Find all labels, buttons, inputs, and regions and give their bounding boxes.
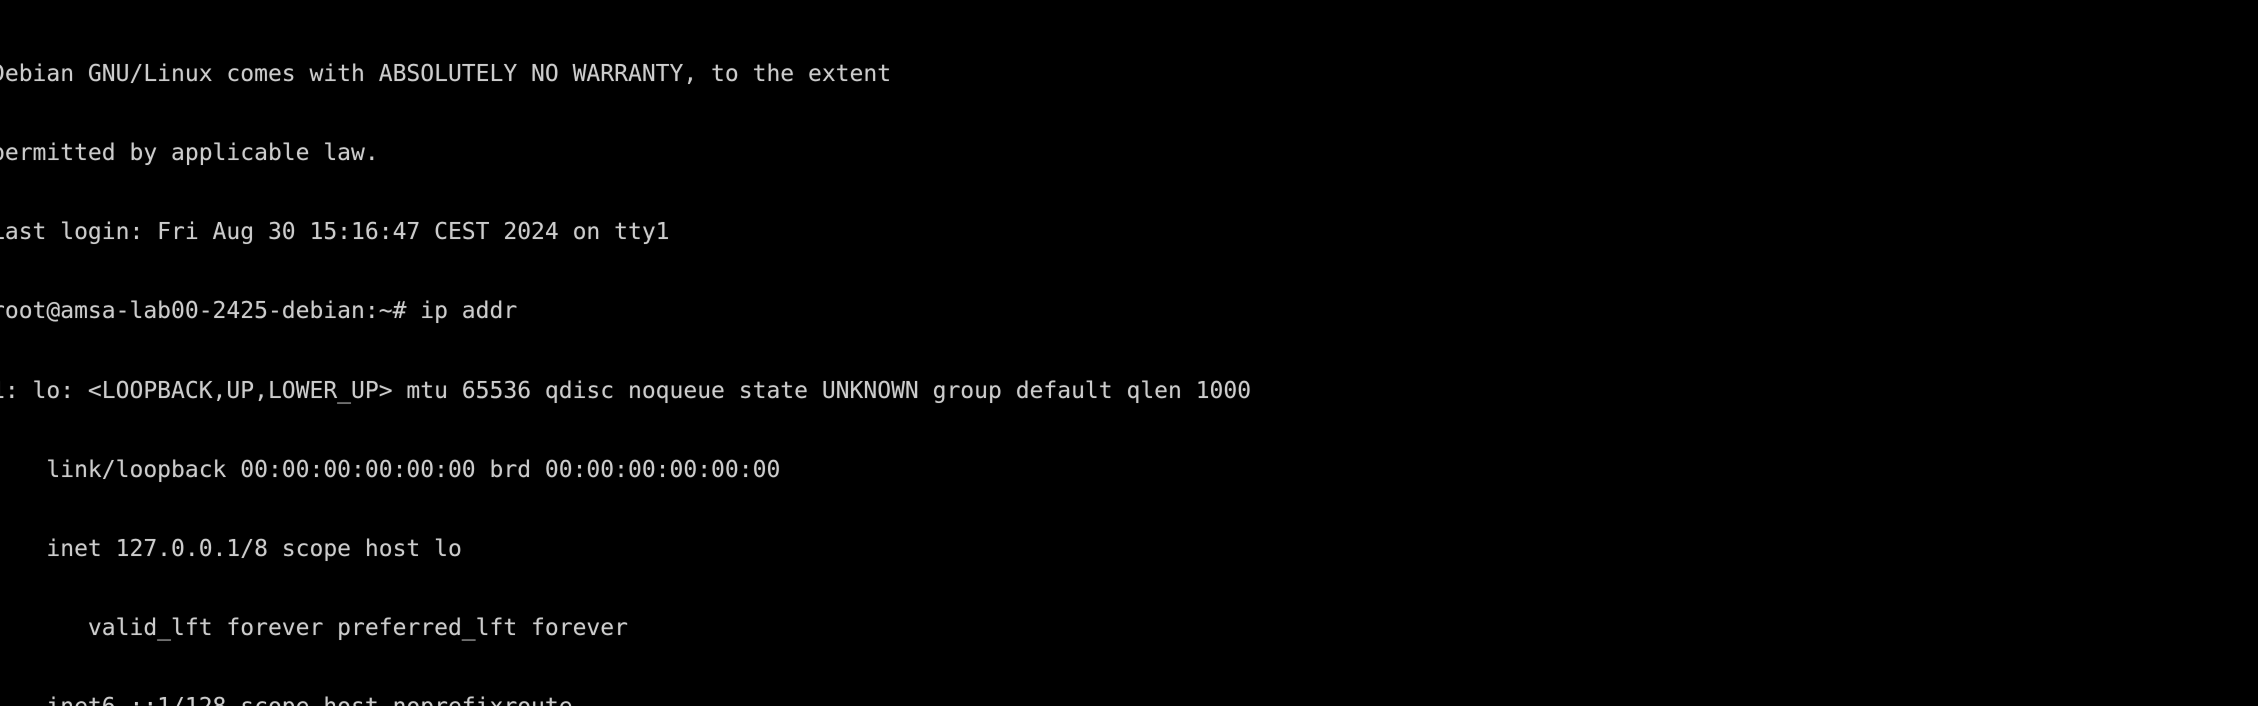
terminal-screen[interactable]: Debian GNU/Linux comes with ABSOLUTELY N… bbox=[0, 0, 2258, 706]
iface-lo-inet-lifetime: valid_lft forever preferred_lft forever bbox=[0, 615, 628, 642]
prompt-line-command[interactable]: root@amsa-lab00-2425-debian:~# ip addr bbox=[0, 298, 1390, 324]
terminal-output: Debian GNU/Linux comes with ABSOLUTELY N… bbox=[0, 8, 1390, 706]
iface-lo-inet: inet 127.0.0.1/8 scope host lo bbox=[0, 536, 462, 563]
iface-lo-inet6: inet6 ::1/128 scope host noprefixroute bbox=[0, 694, 1390, 706]
last-login-line: Last login: Fri Aug 30 15:16:47 CEST 202… bbox=[0, 219, 670, 246]
iface-lo-header: 1: lo: <LOOPBACK,UP,LOWER_UP> mtu 65536 … bbox=[0, 377, 1252, 404]
iface-lo-link: link/loopback 00:00:00:00:00:00 brd 00:0… bbox=[0, 456, 781, 483]
banner-warranty-line-2: permitted by applicable law. bbox=[0, 140, 379, 167]
banner-warranty-line-1: Debian GNU/Linux comes with ABSOLUTELY N… bbox=[0, 60, 892, 87]
